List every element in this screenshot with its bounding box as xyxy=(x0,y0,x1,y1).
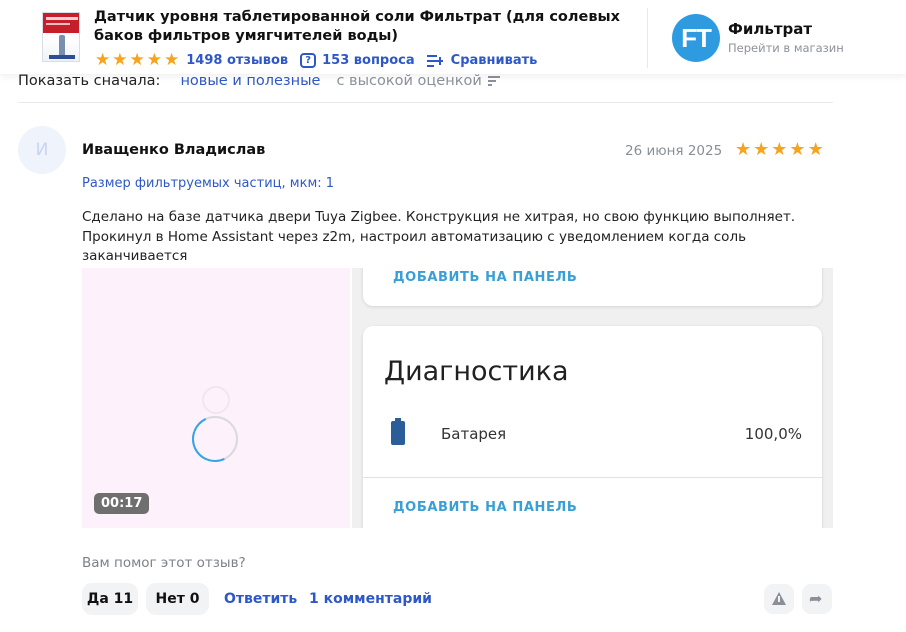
divider xyxy=(18,102,833,103)
compare-icon xyxy=(426,53,443,67)
report-button[interactable] xyxy=(764,584,794,614)
star-icon: ★ xyxy=(146,49,162,70)
star-icon: ★ xyxy=(807,139,824,160)
divider xyxy=(363,477,822,478)
star-icon: ★ xyxy=(164,49,180,70)
product-meta: ★ ★ ★ ★ ★ 1498 отзывов ? 153 вопроса Сра… xyxy=(95,51,537,69)
star-icon: ★ xyxy=(112,49,128,70)
star-icon: ★ xyxy=(771,139,788,160)
product-rating-stars: ★ ★ ★ ★ ★ xyxy=(95,49,180,70)
sort-option-high-rating[interactable]: с высокой оценкой xyxy=(336,73,481,89)
question-icon: ? xyxy=(300,52,317,68)
add-to-panel-link: ДОБАВИТЬ НА ПАНЕЛЬ xyxy=(393,270,578,285)
avatar: И xyxy=(18,126,66,174)
panel-card: ДОБАВИТЬ НА ПАНЕЛЬ xyxy=(363,268,822,306)
review-author: Иващенко Владислав xyxy=(82,142,266,158)
shop-logo[interactable]: FT xyxy=(672,14,720,62)
battery-icon xyxy=(391,418,405,445)
review-rating-stars: ★ ★ ★ ★ ★ xyxy=(735,141,824,159)
product-thumbnail[interactable] xyxy=(42,12,80,62)
star-icon: ★ xyxy=(95,49,111,70)
comments-link[interactable]: 1 комментарий xyxy=(309,591,432,607)
star-icon: ★ xyxy=(735,139,752,160)
star-icon: ★ xyxy=(753,139,770,160)
review-date: 26 июня 2025 xyxy=(625,143,723,159)
diagnostics-title: Диагностика xyxy=(384,356,569,387)
sort-bar: Показать сначала: новые и полезные с выс… xyxy=(18,71,500,91)
helpful-no-button[interactable]: Нет 0 xyxy=(146,583,209,615)
helpful-question: Вам помог этот отзыв? xyxy=(82,555,246,571)
sort-label: Показать сначала: xyxy=(18,73,161,89)
review-variant-param[interactable]: Размер фильтруемых частиц, мкм: 1 xyxy=(82,176,334,191)
add-to-panel-link: ДОБАВИТЬ НА ПАНЕЛЬ xyxy=(393,500,578,515)
share-button[interactable]: ➦ xyxy=(802,584,832,614)
helpful-yes-button[interactable]: Да 11 xyxy=(82,583,138,615)
sort-icon[interactable] xyxy=(487,76,500,86)
review-video[interactable]: 00:17 xyxy=(82,268,350,528)
star-icon: ★ xyxy=(129,49,145,70)
sort-option-new[interactable]: новые и полезные xyxy=(180,73,320,89)
play-icon xyxy=(202,386,230,414)
review-photo[interactable]: ДОБАВИТЬ НА ПАНЕЛЬ Диагностика Батарея 1… xyxy=(352,268,833,528)
battery-value: 100,0% xyxy=(744,425,802,443)
battery-label: Батарея xyxy=(441,425,507,443)
divider xyxy=(647,8,648,68)
star-icon: ★ xyxy=(789,139,806,160)
questions-count-link[interactable]: 153 вопроса xyxy=(322,53,415,68)
reply-button[interactable]: Ответить xyxy=(224,591,297,607)
video-duration: 00:17 xyxy=(94,493,150,514)
product-header: Датчик уровня таблетированной соли Фильт… xyxy=(0,0,906,74)
shop-name[interactable]: Фильтрат xyxy=(728,20,812,38)
review-text: Сделано на базе датчика двери Tuya Zigbe… xyxy=(82,209,796,264)
share-icon: ➦ xyxy=(809,589,823,608)
panel-card: Диагностика Батарея 100,0% ДОБАВИТЬ НА П… xyxy=(363,326,822,528)
go-to-shop-link[interactable]: Перейти в магазин xyxy=(728,41,844,55)
reviews-count-link[interactable]: 1498 отзывов xyxy=(186,53,288,68)
compare-button[interactable]: Сравнивать xyxy=(451,53,538,68)
product-title[interactable]: Датчик уровня таблетированной соли Фильт… xyxy=(94,8,634,46)
